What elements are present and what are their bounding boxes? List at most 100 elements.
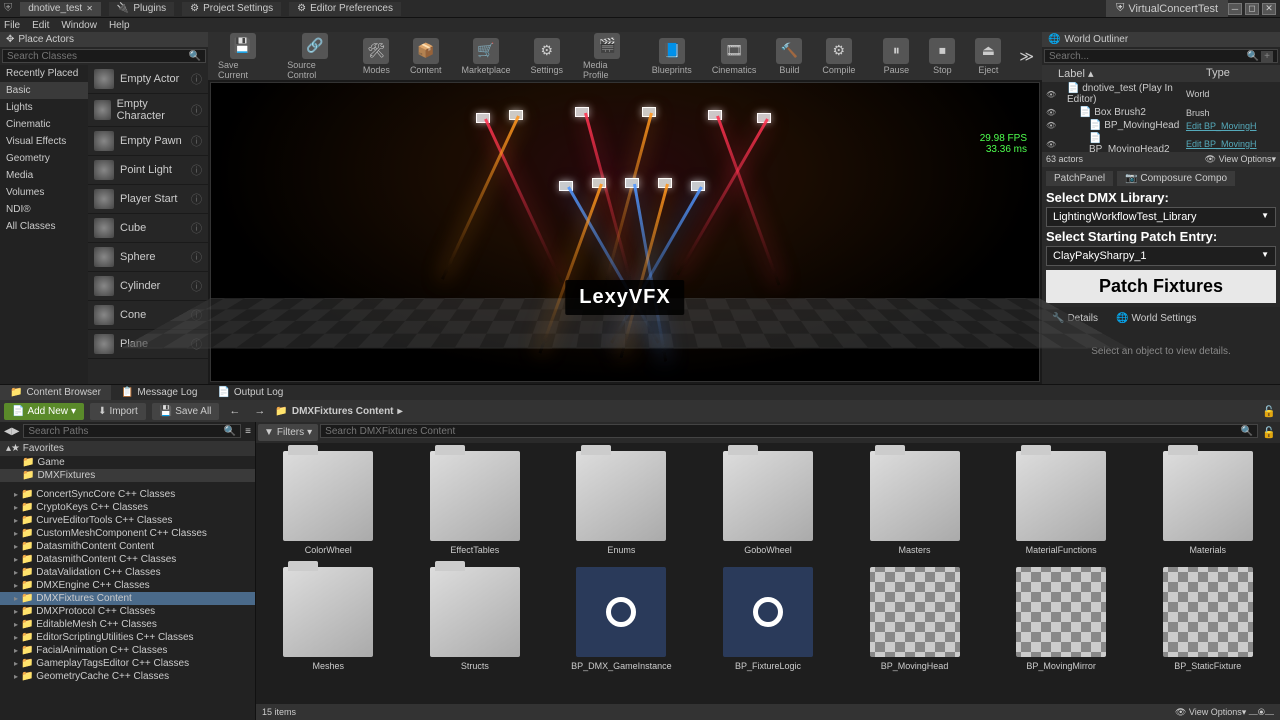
menu-window[interactable]: Window [61,20,97,31]
expand-icon[interactable]: ▸ [14,607,18,616]
tree-item[interactable]: ▸📁 FacialAnimation C++ Classes [0,644,255,657]
tab-content-browser[interactable]: 📁 Content Browser [0,385,111,400]
toolbar-compile[interactable]: ⚙Compile [816,36,861,77]
tree-item[interactable]: ▸📁 DMXFixtures Content [0,592,255,605]
visibility-icon[interactable]: 👁 [1046,121,1056,130]
cat-visual-effects[interactable]: Visual Effects [0,133,88,150]
tab-project[interactable]: dnotive_test✕ [20,2,101,16]
nav-back[interactable]: ← [225,405,244,417]
content-search[interactable]: 🔍 [320,424,1258,438]
expand-icon[interactable]: ▸ [14,555,18,564]
toolbar-content[interactable]: 📦Content [404,36,448,77]
content-item[interactable]: Meshes [264,567,393,671]
toolbar-blueprints[interactable]: 📘Blueprints [646,36,698,77]
add-new-button[interactable]: 📄 Add New ▾ [4,403,84,420]
expand-icon[interactable]: ▸ [14,594,18,603]
toolbar-source-control[interactable]: 🔗Source Control [281,31,349,82]
info-icon[interactable]: ⓘ [191,71,202,87]
tab-project-settings[interactable]: ⚙ Project Settings [182,2,281,16]
toolbar-settings[interactable]: ⚙Settings [525,36,570,77]
window-maximize[interactable]: ◻ [1245,3,1259,15]
favorites-header[interactable]: ▴★ Favorites [0,441,255,456]
breadcrumb[interactable]: 📁 DMXFixtures Content ▸ [275,406,402,417]
expand-icon[interactable]: ▸ [14,581,18,590]
toolbar-save-current[interactable]: 💾Save Current [212,31,273,82]
cat-volumes[interactable]: Volumes [0,184,88,201]
tab-editor-prefs[interactable]: ⚙ Editor Preferences [289,2,401,16]
info-icon[interactable]: ⓘ [191,102,202,118]
expand-icon[interactable]: ▸ [14,659,18,668]
cat-all-classes[interactable]: All Classes [0,218,88,235]
outliner-row[interactable]: 👁📄 BP_MovingHeadEdit BP_MovingH [1042,119,1280,132]
cat-ndi[interactable]: NDI® [0,201,88,218]
toolbar-pause[interactable]: ⏸Pause [877,36,915,77]
cat-geometry[interactable]: Geometry [0,150,88,167]
visibility-icon[interactable]: 👁 [1046,108,1056,117]
cb-view-options[interactable]: 👁 View Options▾ ⎼⦿⎼ [1175,707,1274,718]
content-item[interactable]: BP_DMX_GameInstance [557,567,686,671]
content-item[interactable]: MaterialFunctions [997,451,1126,555]
info-icon[interactable]: ⓘ [191,249,202,265]
content-item[interactable]: Structs [411,567,540,671]
expand-icon[interactable]: ▸ [14,672,18,681]
dmx-patch-select[interactable]: ClayPakySharpy_1▼ [1046,246,1276,266]
toolbar-eject[interactable]: ⏏Eject [969,36,1007,77]
place-item[interactable]: Empty Actorⓘ [88,65,208,94]
outliner-view-options[interactable]: 👁 View Options▾ [1205,154,1276,165]
info-icon[interactable]: ⓘ [191,191,202,207]
expand-icon[interactable]: ▸ [14,503,18,512]
outliner-col-type[interactable]: Type [1206,67,1276,80]
place-item[interactable]: Sphereⓘ [88,243,208,272]
place-item[interactable]: Cylinderⓘ [88,272,208,301]
tab-output-log[interactable]: 📄 Output Log [207,385,293,400]
tab-patchpanel[interactable]: PatchPanel [1046,171,1113,186]
cat-media[interactable]: Media [0,167,88,184]
content-item[interactable]: Materials [1143,451,1272,555]
toolbar-stop[interactable]: ⏹Stop [923,36,961,77]
outliner-search[interactable]: 🔍+ [1044,49,1278,63]
content-item[interactable]: BP_MovingHead [850,567,979,671]
expand-icon[interactable]: ▸ [14,620,18,629]
content-lock-icon[interactable]: 🔓 [1260,424,1278,441]
lock-icon[interactable]: 🔓 [1262,405,1276,418]
cat-recently-placed[interactable]: Recently Placed [0,65,88,82]
tab-plugins[interactable]: 🔌 Plugins [109,2,174,16]
window-close[interactable]: ✕ [1262,3,1276,15]
content-item[interactable]: GoboWheel [704,451,833,555]
expand-icon[interactable]: ▸ [14,490,18,499]
toolbar-build[interactable]: 🔨Build [770,36,808,77]
info-icon[interactable]: ⓘ [191,133,202,149]
toolbar-cinematics[interactable]: 🎞Cinematics [706,36,763,77]
tree-item[interactable]: ▸📁 DatasmithContent C++ Classes [0,553,255,566]
place-item[interactable]: Empty Pawnⓘ [88,127,208,156]
toolbar-modes[interactable]: 🛠Modes [357,36,396,77]
expand-icon[interactable]: ▸ [14,646,18,655]
content-item[interactable]: BP_FixtureLogic [704,567,833,671]
content-item[interactable]: Enums [557,451,686,555]
tree-item[interactable]: ▸📁 CryptoKeys C++ Classes [0,501,255,514]
info-icon[interactable]: ⓘ [191,278,202,294]
dmx-library-select[interactable]: LightingWorkflowTest_Library▼ [1046,207,1276,227]
window-minimize[interactable]: ─ [1228,3,1242,15]
patch-fixtures-button[interactable]: Patch Fixtures [1046,270,1276,303]
place-item[interactable]: Point Lightⓘ [88,156,208,185]
place-actors-search[interactable]: 🔍 [2,49,206,63]
tree-item[interactable]: ▸📁 EditableMesh C++ Classes [0,618,255,631]
expand-icon[interactable]: ▸ [14,568,18,577]
info-icon[interactable]: ⓘ [191,162,202,178]
tree-dmxfixtures-fav[interactable]: 📁 DMXFixtures [0,469,255,482]
toolbar-overflow-icon[interactable]: ≫ [1015,48,1038,65]
content-item[interactable]: EffectTables [411,451,540,555]
outliner-row[interactable]: 👁📄 Box Brush2Brush [1042,106,1280,119]
import-button[interactable]: ⬇ Import [90,403,146,420]
tree-game[interactable]: 📁 Game [0,456,255,469]
content-item[interactable]: Masters [850,451,979,555]
outliner-row[interactable]: 👁📄 dnotive_test (Play In Editor)World [1042,82,1280,106]
cat-cinematic[interactable]: Cinematic [0,116,88,133]
viewport[interactable]: LexyVFX 29.98 FPS 33.36 ms [210,82,1040,382]
menu-file[interactable]: File [4,20,20,31]
tree-item[interactable]: ▸📁 ConcertSyncCore C++ Classes [0,488,255,501]
content-item[interactable]: ColorWheel [264,451,393,555]
save-all-button[interactable]: 💾 Save All [152,403,220,420]
content-item[interactable]: BP_MovingMirror [997,567,1126,671]
